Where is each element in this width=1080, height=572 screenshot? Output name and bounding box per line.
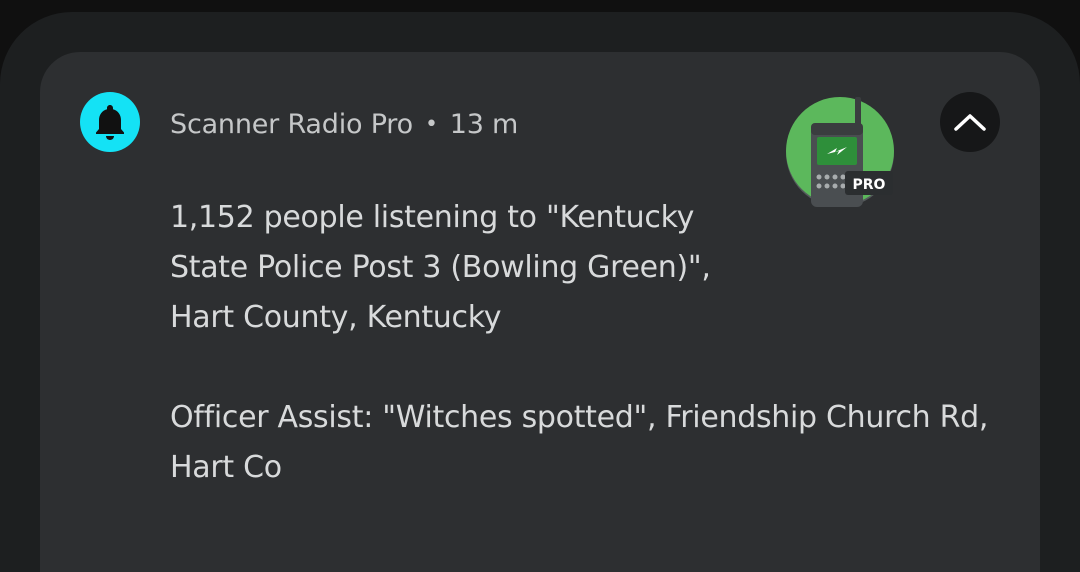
chevron-up-icon (954, 114, 986, 131)
collapse-button[interactable] (940, 92, 1000, 152)
header-separator: • (424, 111, 438, 137)
pro-badge-text: PRO (853, 177, 886, 193)
notification-header: Scanner Radio Pro • 13 m (170, 106, 518, 142)
listener-count-text: 1,152 people listening to "Kentucky Stat… (170, 200, 711, 335)
incident-text: Officer Assist: "Witches spotted", Frien… (170, 400, 989, 485)
app-name: Scanner Radio Pro (170, 108, 413, 140)
scanner-radio-pro-icon: PRO (785, 97, 895, 207)
notification-time: 13 m (449, 108, 519, 140)
bell-icon (80, 92, 140, 152)
notification-body: 1,152 people listening to "Kentucky Stat… (170, 193, 1010, 493)
